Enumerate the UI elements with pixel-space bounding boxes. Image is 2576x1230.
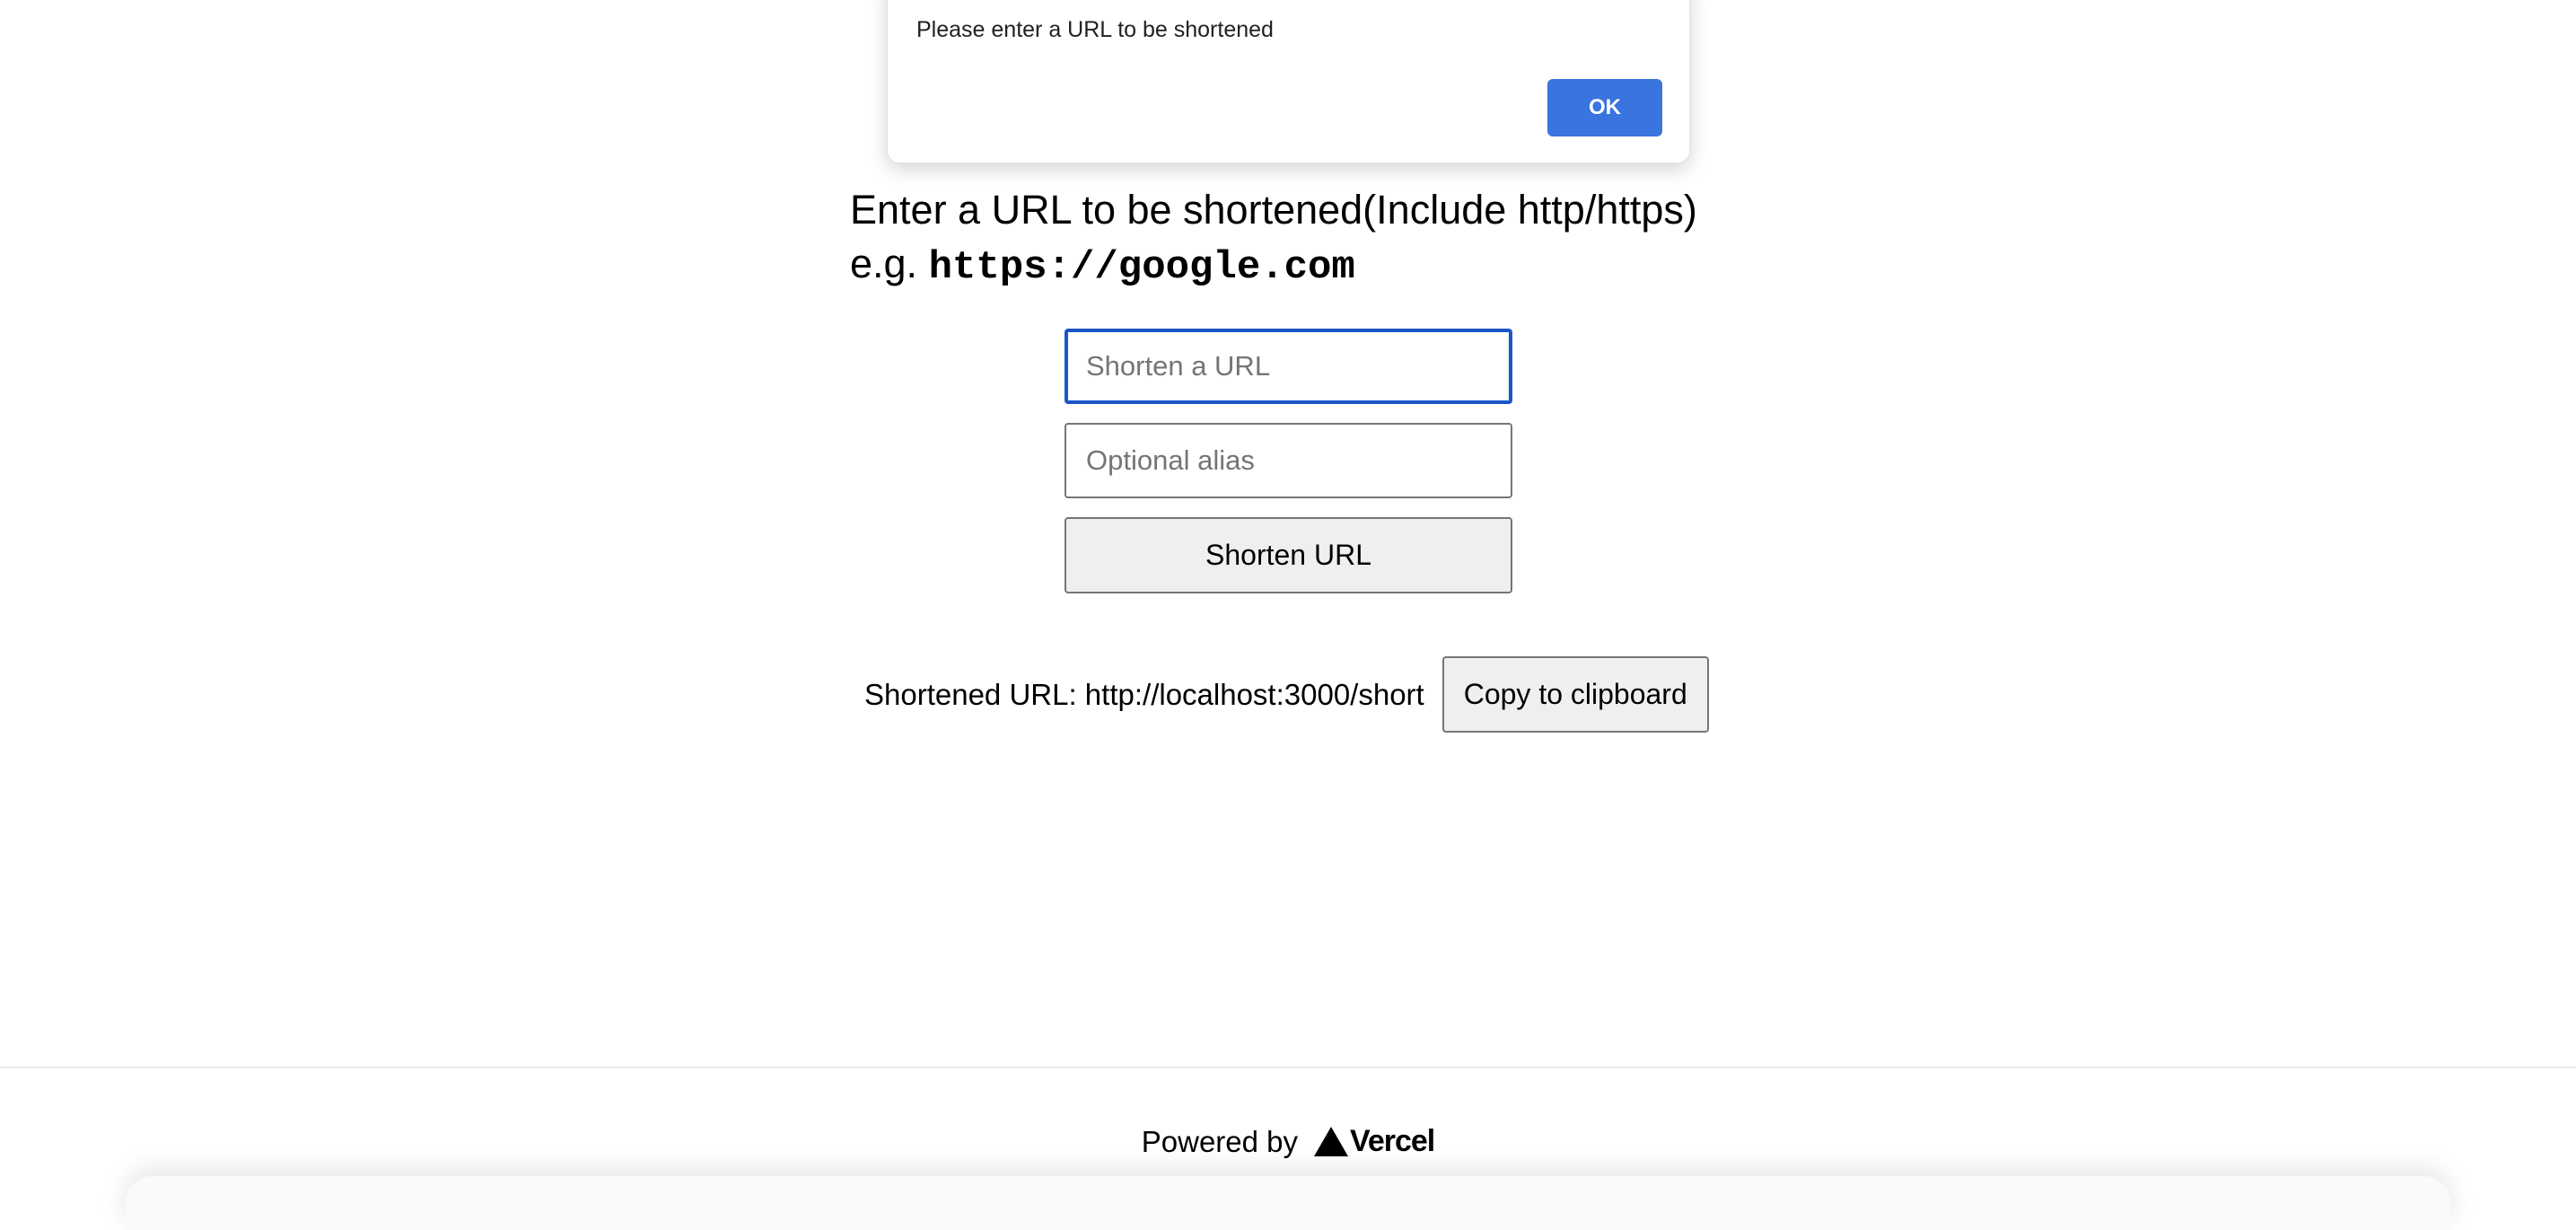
vercel-logo: Vercel [1314,1124,1435,1159]
alias-input[interactable] [1065,423,1512,498]
copy-to-clipboard-button[interactable]: Copy to clipboard [1441,656,1709,733]
alert-dialog: Please enter a URL to be shortened OK [887,0,1690,163]
shorten-url-button[interactable]: Shorten URL [1065,517,1512,593]
heading-instruction: Enter a URL to be shortened(Include http… [850,187,1697,233]
alert-message: Please enter a URL to be shortened [916,17,1274,42]
url-input[interactable] [1065,329,1512,404]
bottom-panel-edge [126,1176,2450,1230]
example-prefix: e.g. [850,241,929,286]
vercel-wordmark: Vercel [1350,1124,1435,1158]
result-row: Shortened URL: http://localhost:3000/sho… [864,656,1709,733]
powered-by-vercel[interactable]: Powered by Vercel [1141,1124,1435,1159]
shortened-url-text: Shortened URL: http://localhost:3000/sho… [864,677,1424,711]
vercel-triangle-icon [1314,1127,1349,1156]
example-url: https://google.com [928,245,1355,290]
powered-by-text: Powered by [1141,1124,1299,1158]
page-heading: Enter a URL to be shortened(Include http… [850,183,1697,294]
heading-example: e.g. https://google.com [850,237,1697,294]
ok-button[interactable]: OK [1547,79,1662,136]
